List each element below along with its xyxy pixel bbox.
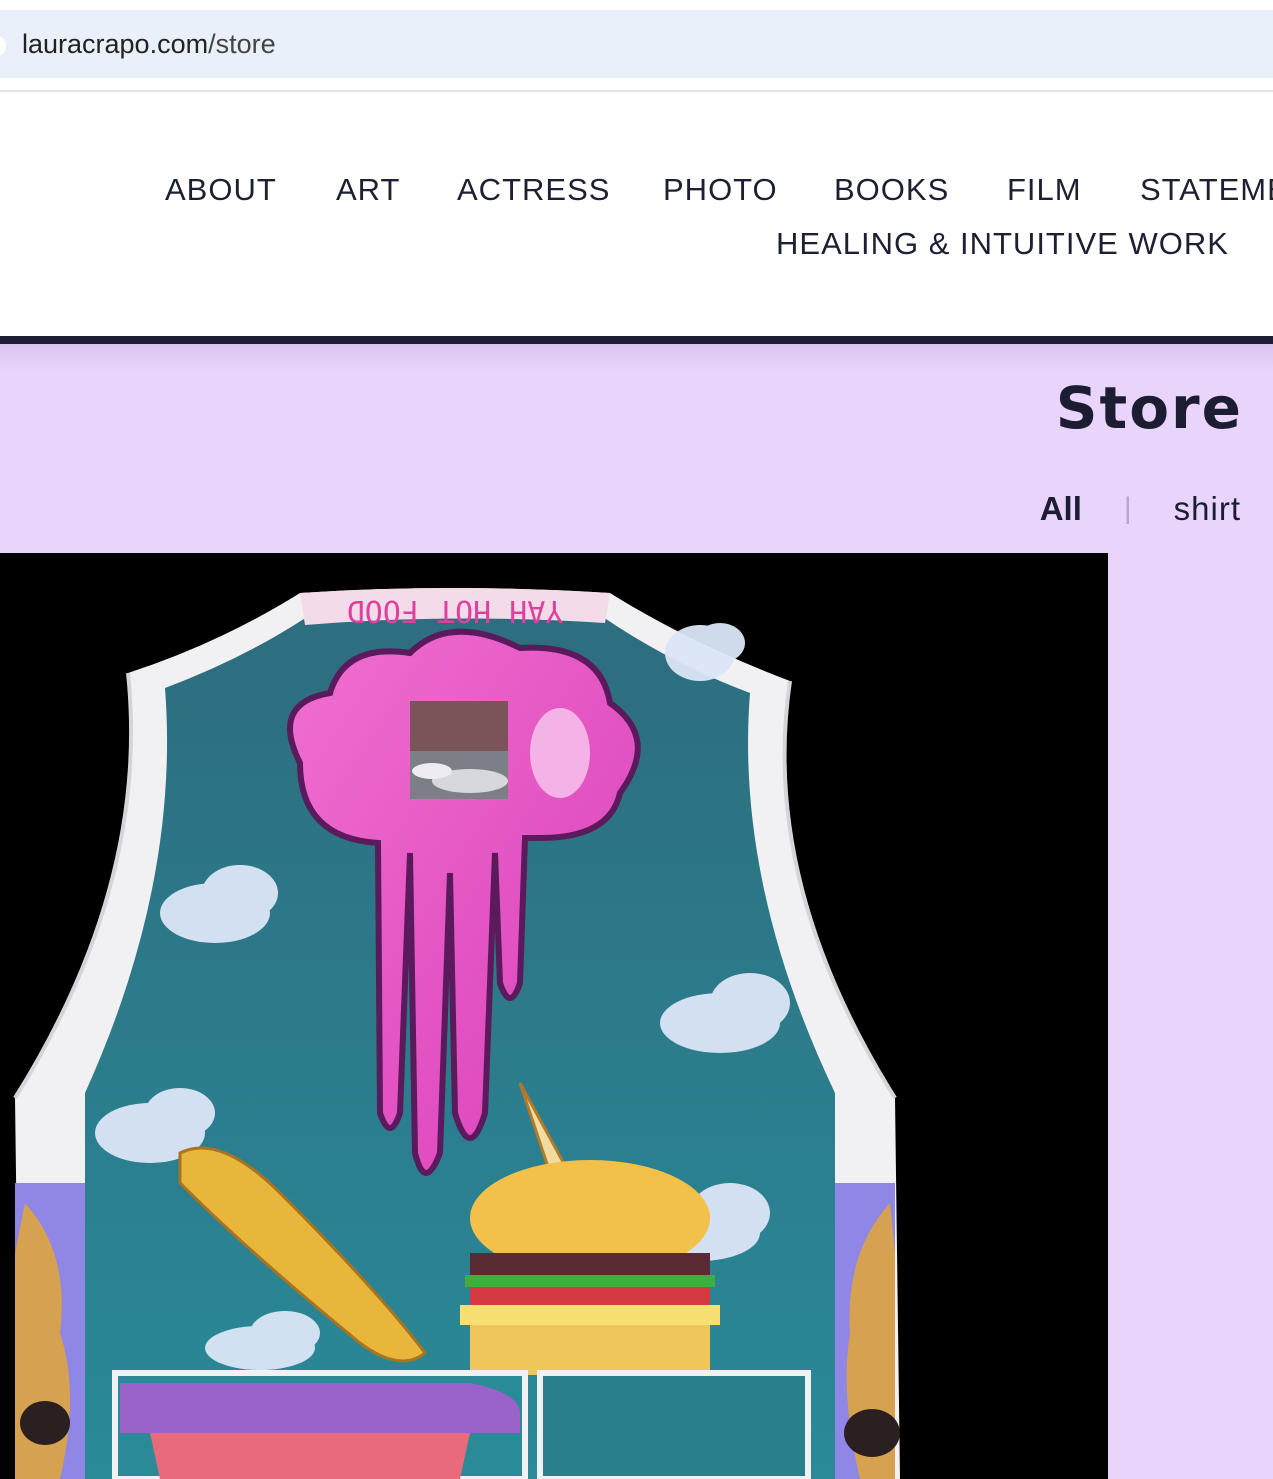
filter-shirt[interactable]: shirt (1174, 490, 1241, 528)
tank-top-artwork-image[interactable]: YAH HOT FOOD (0, 553, 1108, 1479)
nav-actress[interactable]: ACTRESS (457, 172, 610, 208)
nav-art[interactable]: ART (336, 172, 400, 208)
burger-shape (460, 1160, 720, 1375)
nav-film[interactable]: FILM (1007, 172, 1082, 208)
address-bar[interactable]: lauracrapo.com/store (0, 10, 1273, 78)
header-divider (0, 336, 1273, 344)
product-card[interactable]: YAH HOT FOOD (0, 553, 1108, 1479)
category-filters: All | shirt (1040, 490, 1241, 528)
main-navigation: ABOUT ART ACTRESS PHOTO BOOKS FILM STATE… (0, 92, 1273, 336)
nav-statement[interactable]: STATEMENT (1140, 172, 1273, 208)
nav-healing-intuitive-work[interactable]: HEALING & INTUITIVE WORK (776, 226, 1229, 262)
filter-separator: | (1123, 492, 1132, 525)
url-text[interactable]: lauracrapo.com/store (22, 29, 276, 60)
filter-all[interactable]: All (1040, 490, 1082, 528)
nav-photo[interactable]: PHOTO (663, 172, 778, 208)
page-title: Store (1055, 374, 1243, 442)
nav-about[interactable]: ABOUT (165, 172, 277, 208)
collar-text: YAH HOT FOOD (347, 593, 564, 628)
url-path: /store (208, 29, 276, 59)
site-info-icon[interactable] (0, 35, 6, 57)
url-domain: lauracrapo.com (22, 29, 209, 59)
browser-toolbar: lauracrapo.com/store (0, 0, 1273, 92)
divider-shadow (0, 344, 1273, 372)
nav-books[interactable]: BOOKS (834, 172, 949, 208)
